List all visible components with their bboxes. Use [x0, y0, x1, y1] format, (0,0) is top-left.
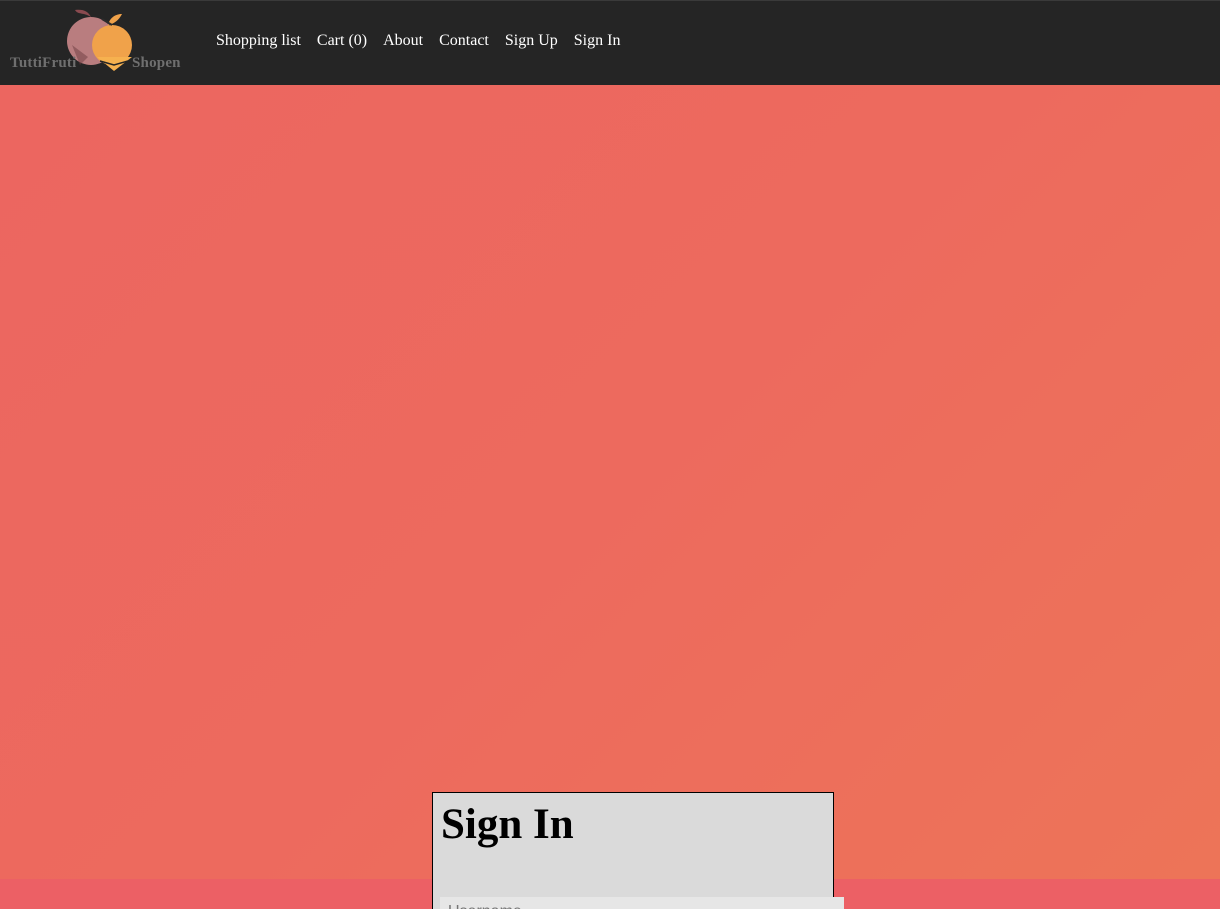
nav-contact-link[interactable]: Contact	[439, 32, 489, 50]
hero-background	[0, 85, 1220, 879]
sign-in-title: Sign In	[441, 801, 574, 848]
logo-wordmark-right: Shopen	[132, 55, 181, 71]
nav-sign-in-link[interactable]: Sign In	[574, 32, 621, 50]
top-navigation-bar: TuttiFruti Shopen Shopping list Cart (0)…	[0, 0, 1220, 85]
tuttifruti-logo[interactable]: TuttiFruti Shopen	[8, 7, 188, 77]
sign-in-panel: Sign In	[432, 792, 834, 909]
main-navigation: Shopping list Cart (0) About Contact Sig…	[216, 32, 620, 50]
username-input[interactable]	[440, 897, 844, 909]
page: TuttiFruti Shopen Shopping list Cart (0)…	[0, 0, 1220, 909]
nav-cart-link[interactable]: Cart (0)	[317, 32, 367, 50]
nav-shopping-list-link[interactable]: Shopping list	[216, 32, 301, 50]
logo-wordmark-left: TuttiFruti	[10, 55, 77, 71]
nav-about-link[interactable]: About	[383, 32, 423, 50]
nav-sign-up-link[interactable]: Sign Up	[505, 32, 558, 50]
